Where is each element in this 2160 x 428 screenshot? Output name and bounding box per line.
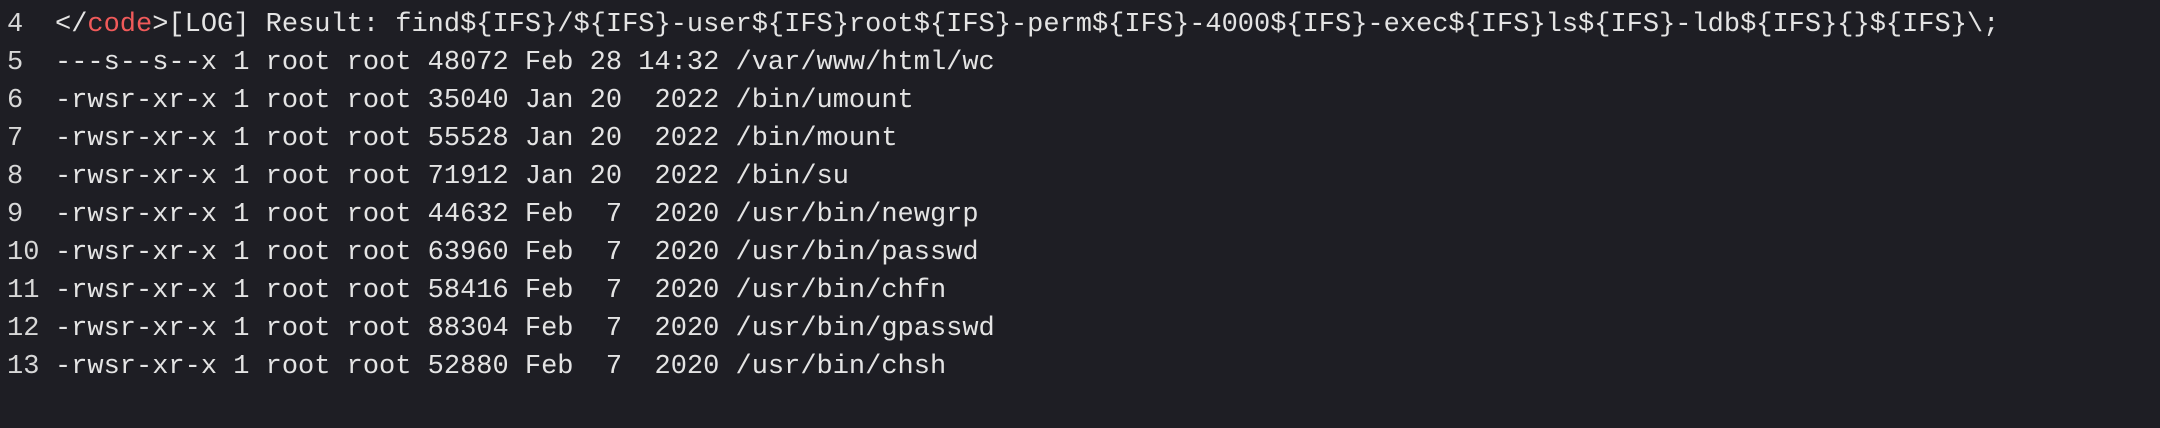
tag-close: >: [152, 10, 169, 40]
code-line: 5 ---s--s--x 1 root root 48072 Feb 28 14:…: [7, 44, 1999, 82]
line-number: 5: [7, 48, 24, 78]
line-number: 9: [7, 200, 24, 230]
code-line: 13 -rwsr-xr-x 1 root root 52880 Feb 7 202…: [7, 348, 1999, 386]
code-line: 11 -rwsr-xr-x 1 root root 58416 Feb 7 202…: [7, 272, 1999, 310]
line-text: ---s--s--x 1 root root 48072 Feb 28 14:3…: [55, 48, 995, 78]
code-line: 6 -rwsr-xr-x 1 root root 35040 Jan 20 202…: [7, 82, 1999, 120]
tag-name: code: [87, 10, 153, 40]
tag-open: </: [55, 10, 88, 40]
code-output: 4 </code > [LOG] Result: find${IFS}/${IFS}…: [7, 6, 1999, 386]
line-text: -rwsr-xr-x 1 root root 71912 Jan 20 2022…: [55, 162, 849, 192]
line-text: -rwsr-xr-x 1 root root 35040 Jan 20 2022…: [55, 86, 914, 116]
code-line: 7 -rwsr-xr-x 1 root root 55528 Jan 20 202…: [7, 120, 1999, 158]
line-number: 6: [7, 86, 24, 116]
line-number: 12: [7, 314, 40, 344]
line-number: 13: [7, 352, 40, 382]
line-number: 8: [7, 162, 24, 192]
line-number: 4: [7, 10, 24, 40]
line-number: 11: [7, 276, 40, 306]
code-line: 12 -rwsr-xr-x 1 root root 88304 Feb 7 202…: [7, 310, 1999, 348]
line-text: -rwsr-xr-x 1 root root 52880 Feb 7 2020 …: [55, 352, 947, 382]
code-line: 10 -rwsr-xr-x 1 root root 63960 Feb 7 202…: [7, 234, 1999, 272]
line-text: -rwsr-xr-x 1 root root 58416 Feb 7 2020 …: [55, 276, 947, 306]
line-number: 10: [7, 238, 40, 268]
line-text: -rwsr-xr-x 1 root root 88304 Feb 7 2020 …: [55, 314, 995, 344]
line-text: -rwsr-xr-x 1 root root 63960 Feb 7 2020 …: [55, 238, 979, 268]
code-line: 8 -rwsr-xr-x 1 root root 71912 Jan 20 202…: [7, 158, 1999, 196]
log-line: 4 </code > [LOG] Result: find${IFS}/${IFS}…: [7, 6, 1999, 44]
line-number: 7: [7, 124, 24, 154]
line-text: -rwsr-xr-x 1 root root 55528 Jan 20 2022…: [55, 124, 898, 154]
code-line: 9 -rwsr-xr-x 1 root root 44632 Feb 7 2020…: [7, 196, 1999, 234]
line-text: -rwsr-xr-x 1 root root 44632 Feb 7 2020 …: [55, 200, 979, 230]
log-text: [LOG] Result: find${IFS}/${IFS}-user${IF…: [168, 10, 2000, 40]
